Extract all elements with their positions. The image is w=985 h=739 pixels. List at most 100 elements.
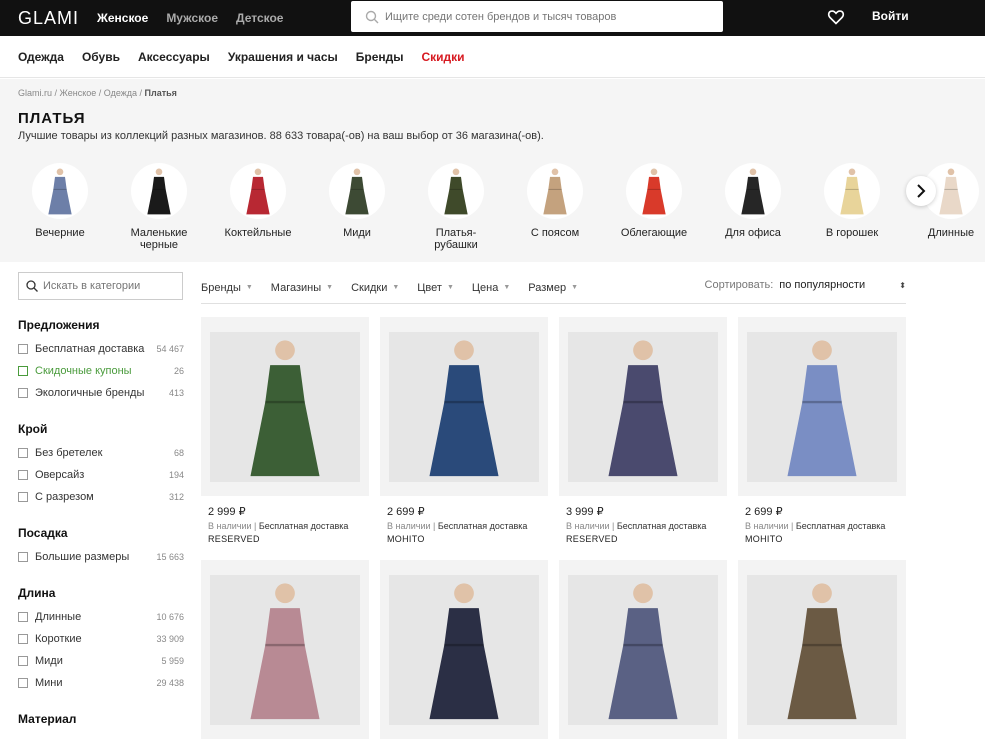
- checkbox[interactable]: [18, 492, 28, 502]
- main-search-input[interactable]: [385, 10, 715, 23]
- category-nav: Одежда Обувь Аксессуары Украшения и часы…: [0, 36, 985, 78]
- filter-option-label: Скидочные купоны: [35, 365, 132, 377]
- dress-type-item[interactable]: Вечерние: [20, 163, 100, 239]
- product-price: 3 999 ₽: [566, 506, 604, 518]
- crumb-clothing[interactable]: Одежда: [104, 88, 137, 98]
- filter-discounts[interactable]: Скидки ▼: [351, 282, 399, 294]
- dress-type-item[interactable]: Облегающие: [614, 163, 694, 239]
- nav-clothing[interactable]: Одежда: [18, 50, 64, 64]
- dress-image: [246, 168, 270, 215]
- checkbox[interactable]: [18, 552, 28, 562]
- product-image[interactable]: [559, 560, 727, 739]
- filter-color[interactable]: Цвет ▼: [417, 282, 454, 294]
- login-link[interactable]: Войти: [872, 9, 909, 23]
- category-search-input[interactable]: [43, 280, 173, 292]
- filter-shops[interactable]: Магазины ▼: [271, 282, 333, 294]
- checkbox[interactable]: [18, 678, 28, 688]
- crumb-home[interactable]: Glami.ru: [18, 88, 52, 98]
- product-card[interactable]: [738, 560, 906, 739]
- tab-women[interactable]: Женское: [97, 11, 148, 25]
- carousel-next-button[interactable]: [906, 176, 936, 206]
- product-image[interactable]: [201, 560, 369, 739]
- nav-brands[interactable]: Бренды: [356, 50, 404, 64]
- breadcrumb: Glami.ru / Женское / Одежда / Платья: [18, 88, 177, 98]
- product-card[interactable]: 2 699 ₽ В наличии | Бесплатная доставка MO…: [380, 317, 548, 544]
- dress-type-item[interactable]: С поясом: [515, 163, 595, 239]
- dress-type-carousel: Вечерние Маленькие черные Коктейльные Миди П…: [30, 163, 985, 253]
- crumb-women[interactable]: Женское: [60, 88, 97, 98]
- product-price: 2 999 ₽: [208, 506, 246, 518]
- filter-option[interactable]: Бесплатная доставка 54 467: [18, 338, 184, 360]
- dress-image: [147, 168, 171, 215]
- heart-icon[interactable]: [827, 8, 845, 26]
- filter-option[interactable]: Миди 5 959: [18, 650, 184, 672]
- product-image[interactable]: [738, 317, 906, 496]
- tab-kids[interactable]: Детское: [236, 11, 283, 25]
- filter-option-count: 312: [168, 492, 184, 502]
- filter-size[interactable]: Размер ▼: [528, 282, 578, 294]
- filter-option[interactable]: Скидочные купоны 26: [18, 360, 184, 382]
- dress-type-item[interactable]: Миди: [317, 163, 397, 239]
- checkbox[interactable]: [18, 612, 28, 622]
- filter-price[interactable]: Цена ▼: [472, 282, 510, 294]
- filter-option[interactable]: С разрезом 312: [18, 486, 184, 508]
- dress-type-label: Коктейльные: [224, 227, 292, 239]
- filter-option[interactable]: Без бретелек 68: [18, 442, 184, 464]
- product-image[interactable]: [380, 560, 548, 739]
- dress-type-item[interactable]: Маленькие черные: [119, 163, 199, 251]
- filter-option[interactable]: Короткие 33 909: [18, 628, 184, 650]
- checkbox[interactable]: [18, 470, 28, 480]
- dress-image: [543, 168, 567, 215]
- filter-option-count: 54 467: [156, 344, 184, 354]
- product-photo: [210, 574, 360, 725]
- product-image[interactable]: [738, 560, 906, 739]
- nav-sale[interactable]: Скидки: [422, 50, 465, 64]
- filter-option[interactable]: Большие размеры 15 663: [18, 546, 184, 568]
- filter-option[interactable]: Длинные 10 676: [18, 606, 184, 628]
- nav-shoes[interactable]: Обувь: [82, 50, 120, 64]
- dress-type-item[interactable]: Коктейльные: [218, 163, 298, 239]
- checkbox[interactable]: [18, 344, 28, 354]
- filter-option[interactable]: Мини 29 438: [18, 672, 184, 694]
- caret-down-icon: ▼: [392, 284, 400, 291]
- product-image[interactable]: [559, 317, 727, 496]
- checkbox[interactable]: [18, 634, 28, 644]
- filter-option[interactable]: Экологичные бренды 413: [18, 382, 184, 404]
- filter-brands[interactable]: Бренды ▼: [201, 282, 253, 294]
- product-card[interactable]: 3 999 ₽ В наличии | Бесплатная доставка RE…: [559, 317, 727, 544]
- filter-sidebar: Предложения Бесплатная доставка 54 467 Скид…: [18, 272, 184, 732]
- product-card[interactable]: 2 699 ₽ В наличии | Бесплатная доставка MO…: [738, 317, 906, 544]
- checkbox[interactable]: [18, 448, 28, 458]
- dress-type-label: Вечерние: [35, 227, 85, 239]
- sort-control[interactable]: Сортировать: по популярности ⬍: [705, 279, 906, 291]
- caret-down-icon: ▼: [503, 284, 511, 291]
- chevron-right-icon: [917, 184, 926, 198]
- filter-section: Крой Без бретелек 68 Оверсайз 194 С разрезом 3…: [18, 422, 184, 508]
- product-card[interactable]: [201, 560, 369, 739]
- dress-type-item[interactable]: Для офиса: [713, 163, 793, 239]
- product-image[interactable]: [380, 317, 548, 496]
- product-photo: [568, 331, 718, 482]
- product-image[interactable]: [201, 317, 369, 496]
- nav-accessories[interactable]: Аксессуары: [138, 50, 210, 64]
- filter-label: Цена: [471, 281, 499, 294]
- checkbox[interactable]: [18, 388, 28, 398]
- nav-jewelry[interactable]: Украшения и часы: [228, 50, 338, 64]
- delivery-info: Бесплатная доставка: [437, 521, 528, 531]
- product-photo: [389, 331, 539, 482]
- product-card[interactable]: [380, 560, 548, 739]
- dress-type-item[interactable]: В горошек: [812, 163, 892, 239]
- filter-option-count: 413: [168, 388, 184, 398]
- checkbox[interactable]: [18, 366, 28, 376]
- logo[interactable]: GLAMI: [18, 8, 79, 29]
- product-card[interactable]: 2 999 ₽ В наличии | Бесплатная доставка RE…: [201, 317, 369, 544]
- checkbox[interactable]: [18, 656, 28, 666]
- product-card[interactable]: [559, 560, 727, 739]
- filter-option[interactable]: Оверсайз 194: [18, 464, 184, 486]
- availability-status: В наличии: [387, 521, 431, 531]
- filter-option-count: 29 438: [156, 678, 184, 688]
- dress-type-item[interactable]: Платья-рубашки: [416, 163, 496, 251]
- tab-men[interactable]: Мужское: [166, 11, 218, 25]
- product-availability: В наличии | Бесплатная доставка: [208, 521, 349, 531]
- product-photo: [747, 331, 897, 482]
